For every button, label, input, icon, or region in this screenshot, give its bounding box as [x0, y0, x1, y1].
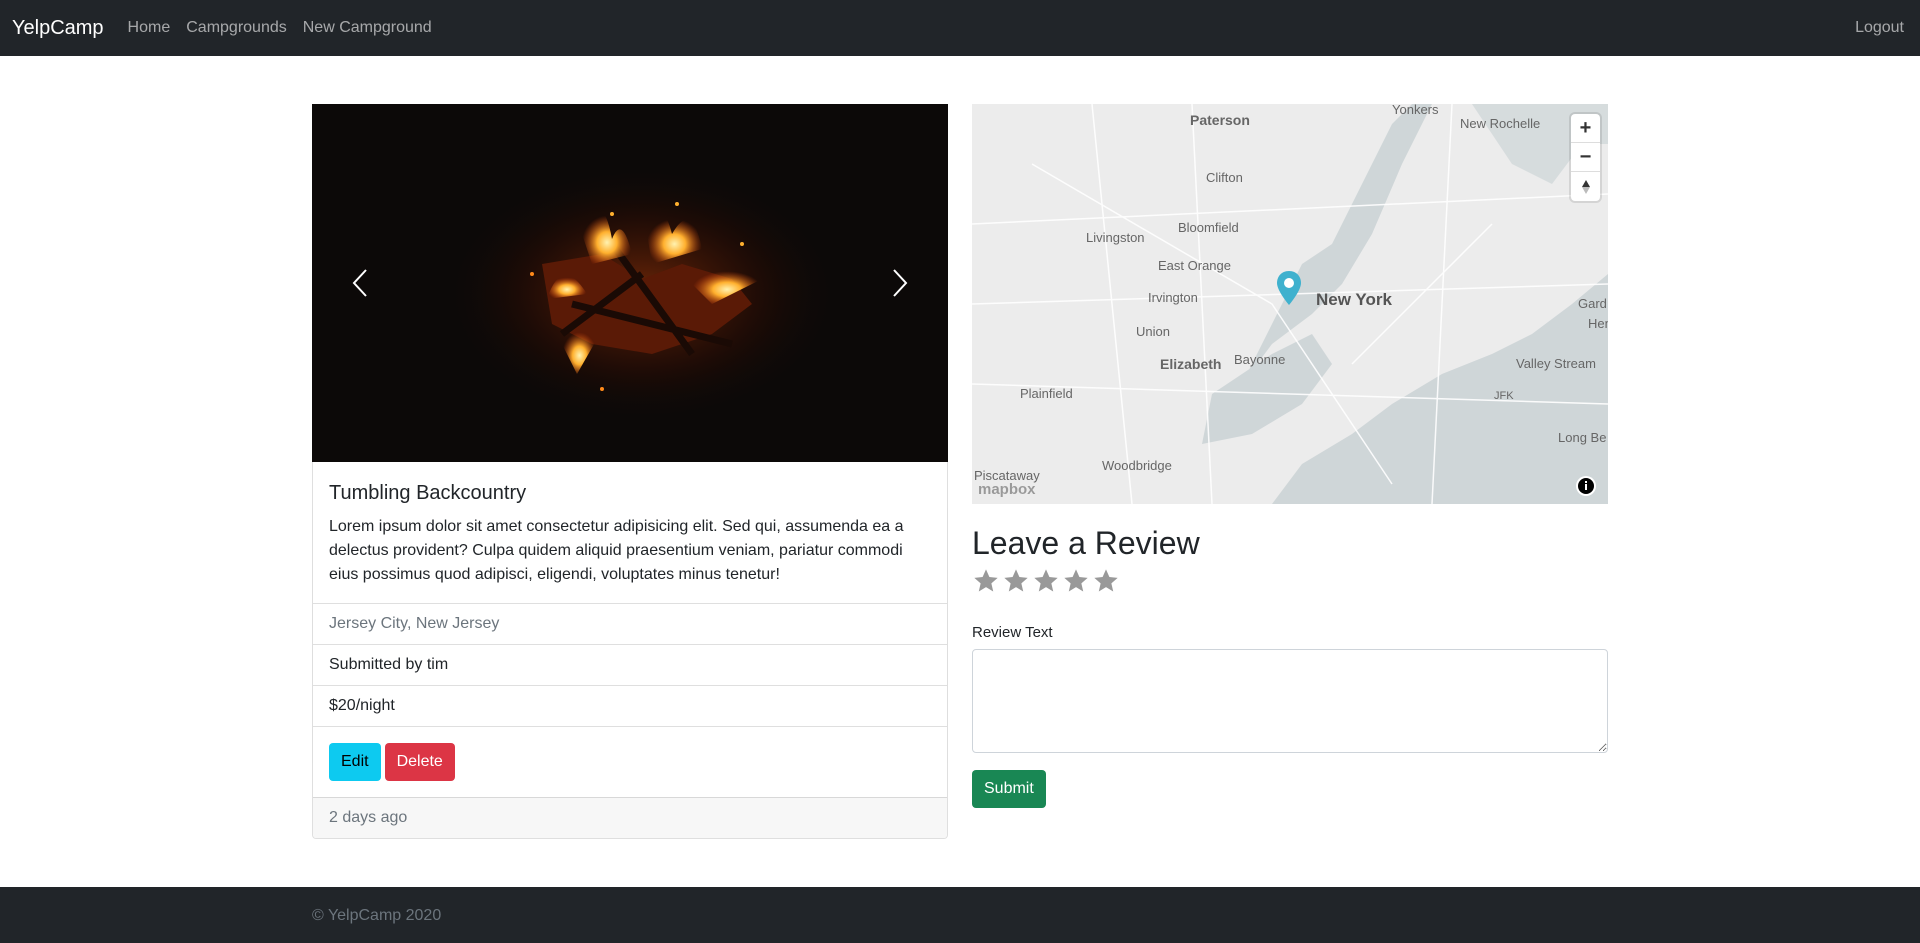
map-label-livingston: Livingston — [1086, 230, 1145, 245]
campground-title: Tumbling Backcountry — [329, 482, 527, 504]
map-label-clifton: Clifton — [1206, 170, 1243, 185]
map-label-long-be: Long Be — [1558, 430, 1607, 445]
map-label-bayonne: Bayonne — [1234, 352, 1286, 367]
chevron-right-icon — [893, 269, 908, 297]
brand-link[interactable]: YelpCamp — [12, 17, 104, 40]
map-label-union: Union — [1136, 324, 1170, 339]
campground-details: Tumbling Backcountry Lorem ipsum dolor s… — [312, 462, 948, 839]
posted-time: 2 days ago — [313, 797, 947, 838]
nav-new-campground-link[interactable]: New Campground — [303, 19, 432, 37]
carousel-prev-button[interactable] — [312, 104, 408, 462]
map-label-valley-stream: Valley Stream — [1516, 356, 1596, 371]
map-label-hen: Hen — [1588, 316, 1608, 331]
map-label-east-orange: East Orange — [1158, 258, 1231, 273]
star-rating — [972, 566, 1608, 596]
star-3-icon[interactable] — [1032, 566, 1060, 596]
info-icon — [1578, 478, 1594, 494]
map-label-elizabeth: Elizabeth — [1160, 356, 1222, 372]
campground-location: Jersey City, New Jersey — [313, 603, 947, 644]
review-text-label: Review Text — [972, 624, 1053, 641]
campground-card: Tumbling Backcountry Lorem ipsum dolor s… — [312, 104, 948, 839]
page-footer: © YelpCamp 2020 — [0, 887, 1920, 943]
campground-description: Lorem ipsum dolor sit amet consectetur a… — [329, 518, 904, 583]
star-1-icon[interactable] — [972, 566, 1000, 596]
review-heading: Leave a Review — [972, 525, 1200, 561]
zoom-in-button[interactable]: + — [1571, 114, 1600, 143]
map-label-new-york: New York — [1316, 290, 1392, 309]
campground-price: $20/night — [313, 685, 947, 726]
map-label-woodbridge: Woodbridge — [1102, 458, 1172, 473]
map-label-plainfield: Plainfield — [1020, 386, 1073, 401]
zoom-out-button[interactable]: − — [1571, 143, 1600, 172]
map-label-gard: Gard — [1578, 296, 1607, 311]
map-label-yonkers: Yonkers — [1392, 104, 1439, 117]
image-carousel — [312, 104, 948, 462]
map-label-new-rochelle: New Rochelle — [1460, 116, 1541, 131]
card-actions: Edit Delete — [313, 726, 947, 797]
map-label-bloomfield: Bloomfield — [1178, 220, 1239, 235]
logout-link[interactable]: Logout — [1855, 19, 1904, 37]
mapbox-logo[interactable]: mapbox — [978, 481, 1036, 498]
right-column: Yonkers Paterson New Rochelle Clifton Li… — [972, 104, 1608, 808]
chevron-left-icon — [352, 269, 367, 297]
compass-icon — [1581, 179, 1590, 194]
map-attribution-info-button[interactable] — [1576, 476, 1596, 496]
map-label-irvington: Irvington — [1148, 290, 1198, 305]
star-2-icon[interactable] — [1002, 566, 1030, 596]
card-body: Tumbling Backcountry Lorem ipsum dolor s… — [313, 462, 947, 603]
location-map[interactable]: Yonkers Paterson New Rochelle Clifton Li… — [972, 104, 1608, 504]
map-pin-icon[interactable] — [1275, 269, 1303, 309]
compass-button[interactable] — [1571, 172, 1600, 201]
star-4-icon[interactable] — [1062, 566, 1090, 596]
map-label-paterson: Paterson — [1190, 112, 1250, 128]
review-text-input[interactable] — [972, 649, 1608, 753]
star-5-icon[interactable] — [1092, 566, 1120, 596]
carousel-next-button[interactable] — [852, 104, 948, 462]
navbar: YelpCamp Home Campgrounds New Campground… — [0, 0, 1920, 56]
campground-author: Submitted by tim — [313, 644, 947, 685]
nav-campgrounds-link[interactable]: Campgrounds — [186, 19, 287, 37]
map-label-jfk: JFK — [1494, 390, 1514, 402]
submit-button[interactable]: Submit — [972, 770, 1046, 808]
map-zoom-controls: + − — [1571, 114, 1600, 201]
nav-home-link[interactable]: Home — [128, 19, 171, 37]
copyright-text: © YelpCamp 2020 — [312, 907, 442, 924]
edit-button[interactable]: Edit — [329, 743, 381, 781]
delete-button[interactable]: Delete — [384, 743, 455, 781]
